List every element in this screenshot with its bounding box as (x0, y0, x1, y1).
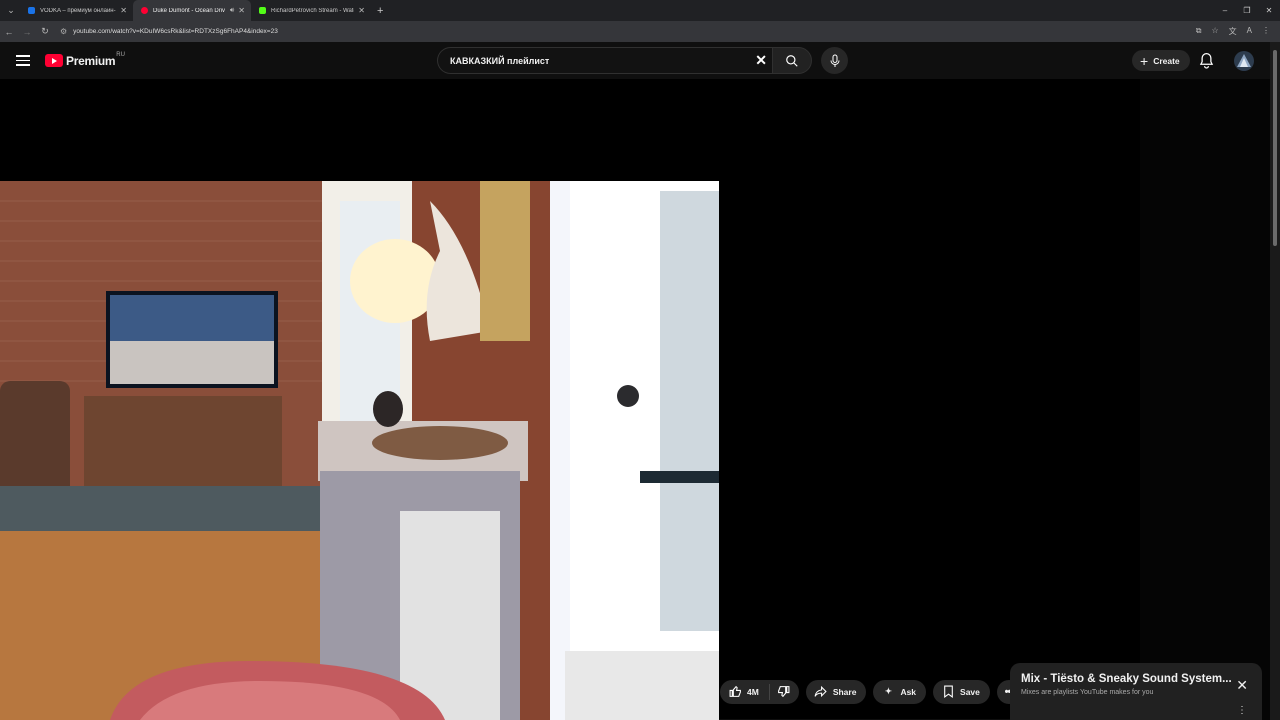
side-panel (1140, 79, 1270, 720)
mix-playlist-panel[interactable]: Mix - Tiësto & Sneaky Sound System... Mi… (1010, 663, 1262, 720)
thumbs-up-icon (729, 685, 741, 697)
mix-title: Mix - Tiësto & Sneaky Sound System... (1021, 673, 1231, 685)
window-close-icon[interactable]: ✕ (1258, 0, 1280, 21)
extension-icon[interactable]: A (1247, 26, 1252, 37)
more-vertical-icon[interactable]: ⋮ (1237, 705, 1247, 716)
search-input[interactable]: КАВКАЗКИЙ плейлист ✕ (437, 47, 773, 74)
like-button[interactable] (728, 685, 742, 698)
bookmark-icon (941, 685, 955, 698)
tab-title: Duke Dumont - Ocean Driv (153, 7, 226, 14)
tab-search-chevron-icon[interactable]: ⌄ (2, 2, 20, 20)
back-icon[interactable]: ← (0, 27, 18, 37)
bookmark-star-icon[interactable]: ☆ (1211, 26, 1218, 37)
dislike-button[interactable] (777, 685, 791, 698)
site-info-icon[interactable]: ⚙ (60, 27, 67, 36)
mix-subtitle: Mixes are playlists YouTube makes for yo… (1021, 689, 1154, 696)
kick-favicon-icon (259, 7, 266, 14)
youtube-header: Premium RU КАВКАЗКИЙ плейлист ✕ + Create (0, 42, 1270, 79)
country-code: RU (116, 52, 125, 58)
like-dislike-group: 4M (720, 679, 799, 704)
menu-icon[interactable] (16, 55, 30, 66)
browser-menu-icon[interactable]: ⋮ (1262, 26, 1270, 37)
divider (768, 683, 770, 700)
share-button[interactable]: Share (805, 679, 867, 704)
sparkle-icon: ✦ (884, 686, 892, 696)
youtube-play-logo-icon (45, 54, 63, 67)
browser-tab-vodka[interactable]: VODKA – премиум онлайн-каз ✕ (20, 0, 133, 21)
scrollbar-thumb[interactable] (1273, 50, 1277, 246)
avatar[interactable] (1234, 51, 1254, 71)
search-icon (786, 54, 798, 67)
logo-word: Premium (66, 53, 116, 68)
ask-label: Ask (900, 686, 917, 697)
video-frame[interactable] (0, 181, 719, 720)
tab-close-icon[interactable]: ✕ (238, 6, 245, 15)
youtube-premium-logo[interactable]: Premium RU (45, 52, 125, 68)
page-scrollbar[interactable] (1270, 42, 1280, 720)
youtube-favicon-icon (141, 7, 148, 14)
url-text: youtube.com/watch?v=KDuIW6csRk&list=RDTX… (73, 28, 278, 35)
clear-search-icon[interactable]: ✕ (755, 52, 767, 69)
share-arrow-icon (814, 685, 828, 698)
video-picture (0, 181, 719, 720)
close-icon[interactable]: ✕ (1236, 677, 1248, 694)
search-button[interactable] (772, 47, 812, 74)
thumbs-down-icon (778, 686, 790, 698)
speaker-icon[interactable]: 🔊︎ (230, 7, 234, 15)
url-field[interactable]: ⚙ youtube.com/watch?v=KDuIW6csRk&list=RD… (60, 24, 1196, 39)
save-button[interactable]: Save (933, 679, 990, 704)
save-label: Save (960, 686, 980, 697)
create-label: Create (1153, 55, 1180, 66)
open-in-app-icon[interactable]: ⧉ (1196, 26, 1202, 37)
tab-close-icon[interactable]: ✕ (120, 6, 127, 15)
tab-close-icon[interactable]: ✕ (358, 6, 365, 15)
plus-icon: + (1140, 52, 1149, 69)
browser-tab-kick[interactable]: RichardPetrovich Stream - Watc ✕ (251, 0, 371, 21)
new-tab-icon[interactable]: + (377, 5, 383, 17)
browser-tab-youtube[interactable]: Duke Dumont - Ocean Driv 🔊︎ ✕ (133, 0, 251, 21)
reload-icon[interactable]: ↻ (36, 26, 54, 37)
restore-icon[interactable]: ❐ (1236, 0, 1258, 21)
translate-icon[interactable]: 文 (1229, 26, 1237, 37)
microphone-icon (830, 54, 839, 67)
notifications-bell-icon[interactable] (1199, 52, 1214, 69)
tab-title: RichardPetrovich Stream - Watc (271, 7, 355, 14)
share-label: Share (832, 686, 857, 697)
search-query: КАВКАЗКИЙ плейлист (450, 55, 550, 66)
window-controls: – ❐ ✕ (1214, 0, 1280, 21)
address-bar-actions: ⧉ ☆ 文 A ⋮ (1196, 26, 1270, 37)
address-bar: ← → ↻ ⚙ youtube.com/watch?v=KDuIW6csRk&l… (0, 21, 1280, 42)
forward-icon[interactable]: → (18, 27, 36, 37)
minimize-icon[interactable]: – (1214, 0, 1236, 21)
tab-title: VODKA – премиум онлайн-каз (40, 7, 117, 14)
like-count: 4M (747, 686, 759, 697)
create-button[interactable]: + Create (1132, 50, 1190, 71)
video-actions: 4M Share ✦ Ask Save ••• (720, 677, 1021, 706)
vodka-favicon-icon (28, 7, 35, 14)
voice-search-button[interactable] (821, 47, 848, 74)
ask-button[interactable]: ✦ Ask (873, 679, 927, 704)
browser-tab-strip: ⌄ VODKA – премиум онлайн-каз ✕ Duke Dumo… (0, 0, 1280, 21)
